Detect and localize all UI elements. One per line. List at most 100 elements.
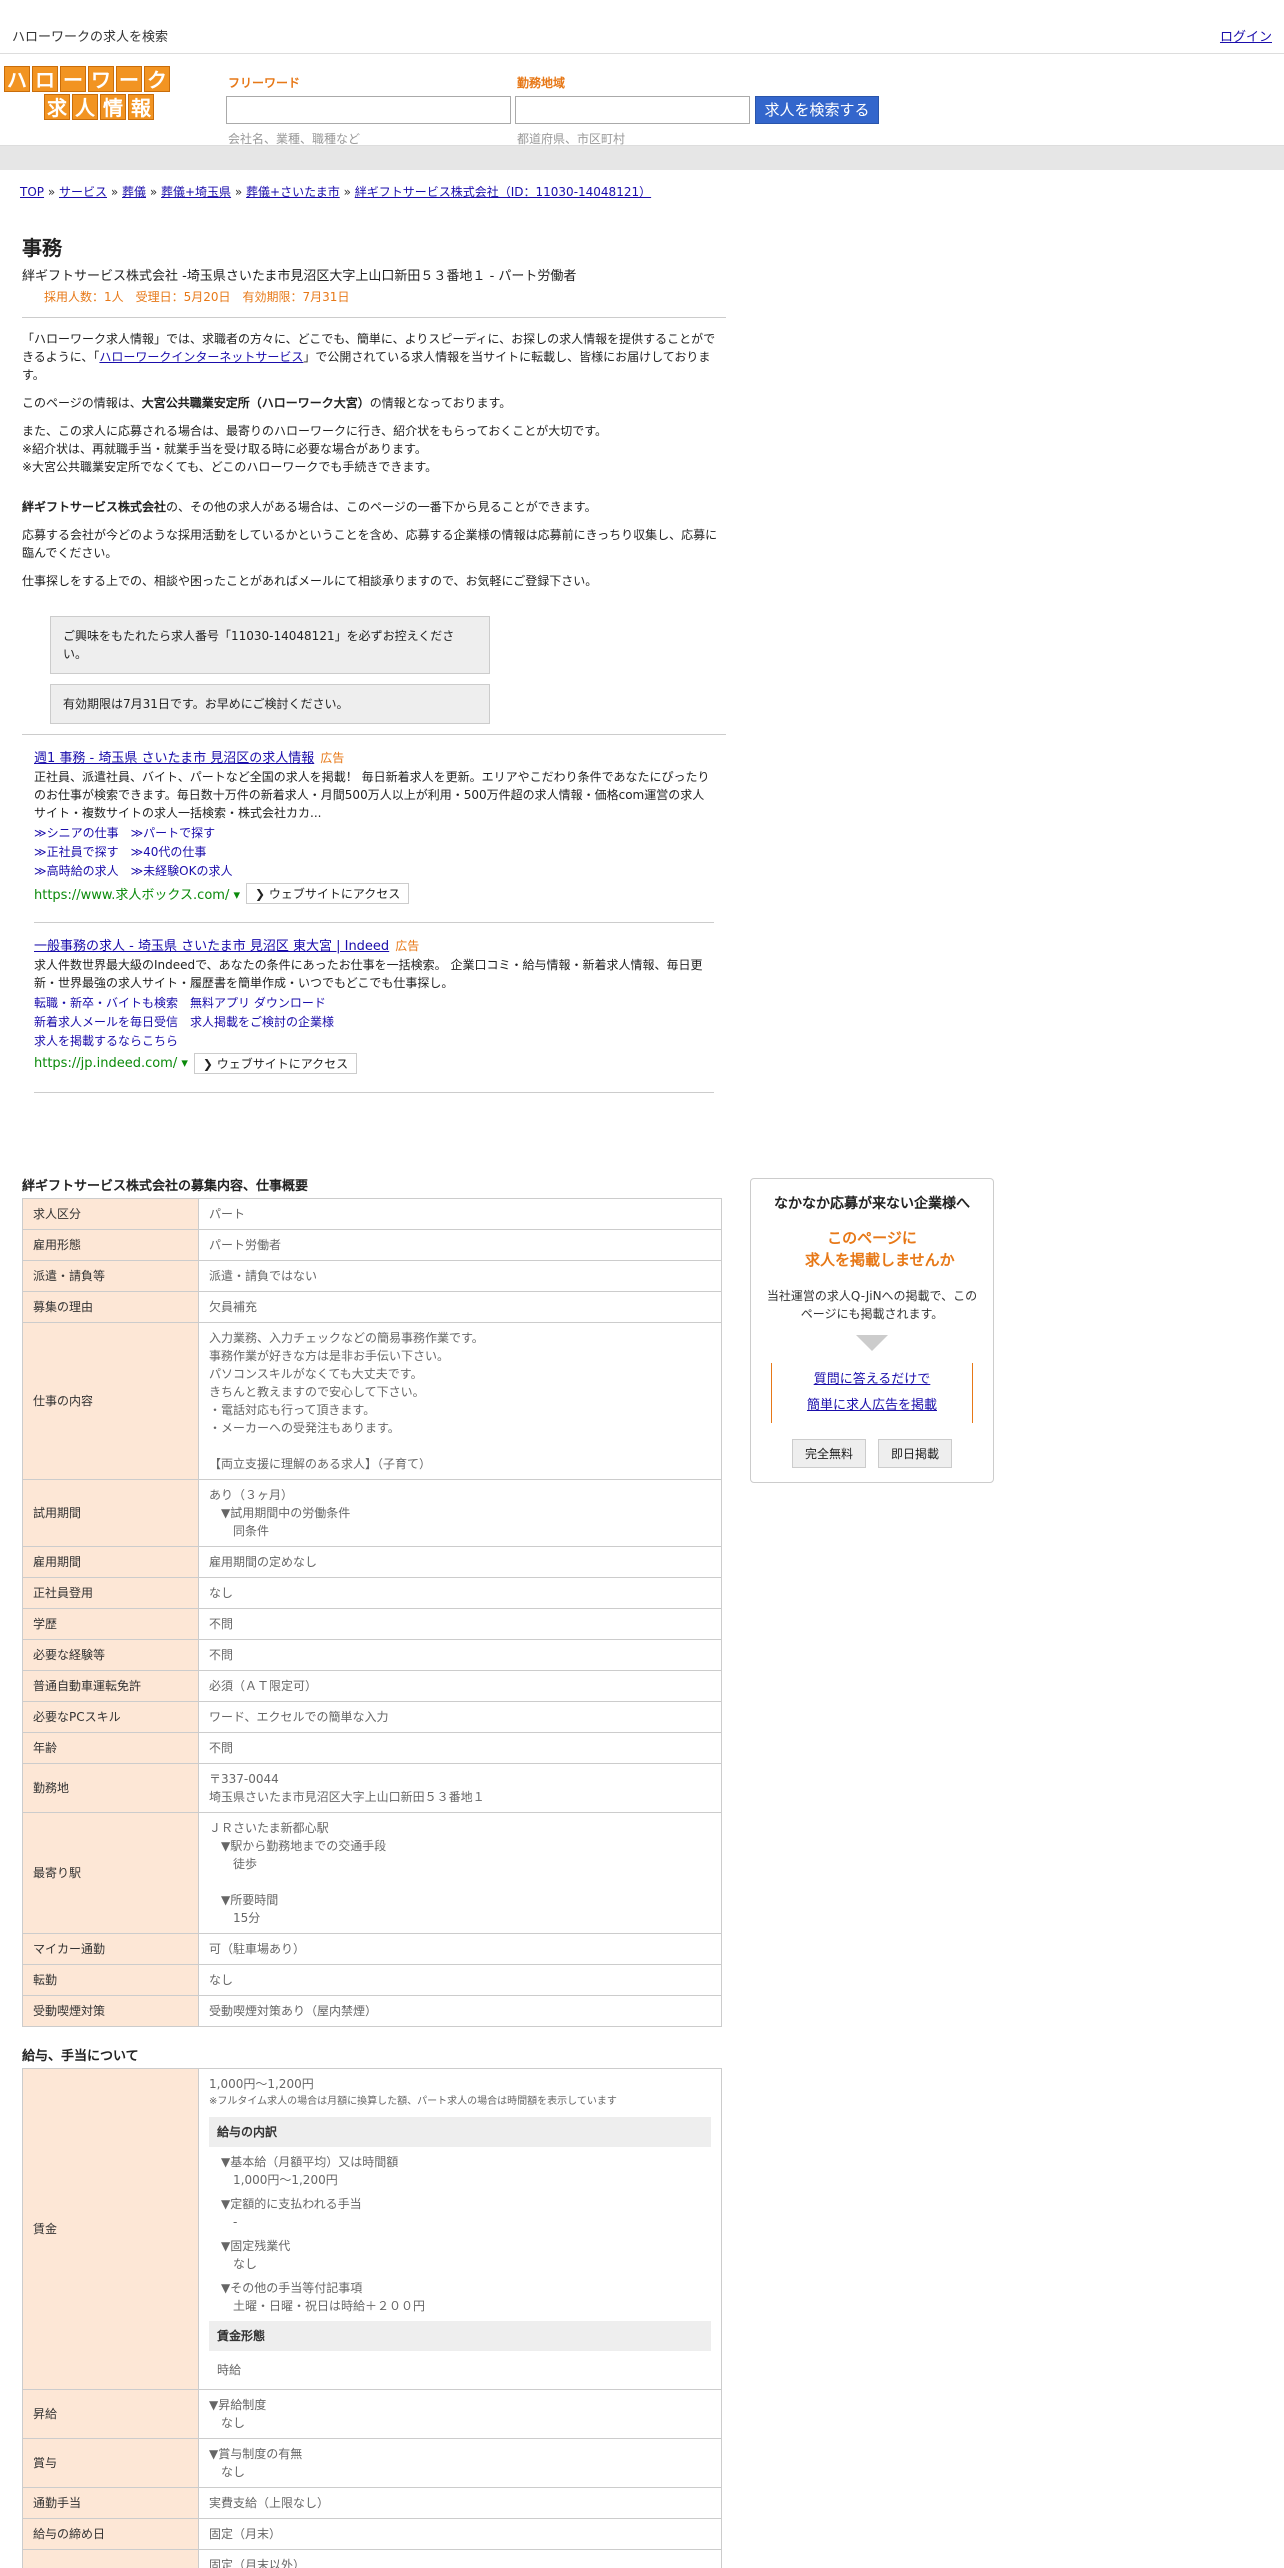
consult-paragraph: 仕事探しをする上での、相談や困ったことがあればメールにて相談承りますので、お気軽…	[22, 574, 598, 588]
ad-title-link[interactable]: 週1 事務 - 埼玉県 さいたま市 見沼区の求人情報	[34, 751, 314, 766]
row-key: 必要なPCスキル	[22, 1701, 199, 1733]
table-row: 必要な経験等 不問	[22, 1639, 722, 1671]
area-input[interactable]	[515, 96, 750, 124]
panel-heading: なかなか応募が来ない企業様へ	[774, 1196, 970, 1212]
breadcrumb-link[interactable]: サービス	[59, 185, 107, 199]
table-row: 学歴 不問	[22, 1608, 722, 1640]
row-key: 賃金	[22, 2068, 199, 2390]
row-key: 試用期間	[22, 1479, 199, 1547]
table-row: 昇給 ▼昇給制度 なし	[22, 2389, 722, 2439]
ad-tag: 広告	[320, 751, 345, 765]
logo-char: 人	[72, 94, 98, 120]
ad-description: 正社員、派遣社員、バイト、パートなど全国の求人を掲載！ 毎日新着求人を更新。エリ…	[34, 770, 710, 820]
ad-url[interactable]: https://jp.indeed.com/ ▾	[34, 1056, 188, 1071]
row-key: 雇用形態	[22, 1229, 199, 1261]
breakdown-item: ▼基本給（月額平均）又は時間額 1,000円〜1,200円	[221, 2155, 399, 2187]
salary-table: 賃金 1,000円〜1,200円 ※フルタイム求人の場合は月額に換算した額、パー…	[22, 2068, 722, 2568]
visit-website-button[interactable]: ❯ ウェブサイトにアクセス	[245, 883, 410, 904]
form-head: 賃金形態	[209, 2321, 711, 2351]
logo-char: ワ	[88, 66, 114, 92]
breadcrumb-link[interactable]: TOP	[20, 185, 44, 199]
form-value: 時給	[217, 2363, 242, 2377]
panel-links: 質問に答えるだけで 簡単に求人広告を掲載	[771, 1363, 973, 1423]
row-value: あり（３ヶ月） ▼試用期間中の労働条件 同条件	[198, 1479, 722, 1547]
breakdown-item: ▼固定残業代 なし	[221, 2239, 291, 2271]
ad-sitelink[interactable]: ≫正社員で探す ≫40代の仕事	[34, 845, 206, 859]
ad-item: 一般事務の求人 - 埼玉県 さいたま市 見沼区 東大宮 | Indeed 広告求人…	[22, 923, 726, 1093]
logo-char: 情	[100, 94, 126, 120]
row-key: 昇給	[22, 2389, 199, 2439]
visit-website-button[interactable]: ❯ ウェブサイトにアクセス	[193, 1053, 358, 1074]
logo-char: ロ	[32, 66, 58, 92]
wage-main: 1,000円〜1,200円	[209, 2077, 314, 2091]
row-key: 正社員登用	[22, 1577, 199, 1609]
area-hint: 都道府県、市区町村	[517, 132, 626, 146]
site-title: ハローワークの求人を検索	[12, 30, 169, 45]
row-key: 通勤手当	[22, 2487, 199, 2519]
row-key	[22, 2549, 199, 2568]
table-row: 必要なPCスキル ワード、エクセルでの簡単な入力	[22, 1701, 722, 1733]
breadcrumb-sep: »	[107, 185, 122, 199]
hellowork-internet-link[interactable]: ハローワークインターネットサービス	[99, 350, 303, 364]
row-key: 賞与	[22, 2438, 199, 2488]
breadcrumb-link[interactable]: 葬儀+埼玉県	[161, 185, 231, 199]
row-value: 不問	[198, 1639, 722, 1671]
row-value: 固定（月末）	[198, 2518, 722, 2550]
ad-sitelinks: ≫シニアの仕事 ≫パートで探す ≫正社員で探す ≫40代の仕事 ≫高時給の求人 ≫未…	[34, 824, 714, 881]
row-key: 派遣・請負等	[22, 1260, 199, 1292]
breadcrumb-sep: »	[231, 185, 247, 199]
free-button[interactable]: 完全無料	[791, 1439, 866, 1468]
post-ad-link[interactable]: 簡単に求人広告を掲載	[807, 1398, 937, 1413]
row-value: 必須（ＡＴ限定可）	[198, 1670, 722, 1702]
wage-cell: 1,000円〜1,200円 ※フルタイム求人の場合は月額に換算した額、パート求人…	[198, 2068, 722, 2390]
ad-url[interactable]: https://www.求人ボックス.com/ ▾	[34, 884, 240, 903]
panel-desc: 当社運営の求人Q-JiNへの掲載で、このページにも掲載されます。	[766, 1289, 978, 1321]
row-value: 入力業務、入力チェックなどの簡易事務作業です。 事務作業が好きな方は是非お手伝い下…	[198, 1322, 722, 1480]
hellowork-logo[interactable]: ハローワーク 求人情報	[4, 66, 180, 122]
ad-sitelink[interactable]: ≫高時給の求人 ≫未経験OKの求人	[34, 864, 232, 878]
table-row: 賃金 1,000円〜1,200円 ※フルタイム求人の場合は月額に換算した額、パー…	[22, 2068, 722, 2390]
row-key: 最寄り駅	[22, 1812, 199, 1934]
row-value: 受動喫煙対策あり（屋内禁煙）	[198, 1995, 722, 2027]
ad-title-link[interactable]: 一般事務の求人 - 埼玉県 さいたま市 見沼区 東大宮 | Indeed	[34, 939, 389, 954]
table-row: 固定（月末以外）	[22, 2549, 722, 2568]
breadcrumb-link[interactable]: 絆ギフトサービス株式会社（ID：11030-14048121）	[355, 185, 651, 199]
table-row: 勤務地 〒337-0044 埼玉県さいたま市見沼区大字上山口新田５３番地１	[22, 1763, 722, 1813]
research-paragraph: 応募する会社が今どのような採用活動をしているかということを含め、応募する企業様の…	[22, 528, 718, 560]
ad-sitelink[interactable]: ≫シニアの仕事 ≫パートで探す	[34, 826, 215, 840]
job-meta: 採用人数：1人 受理日：5月20日 有効期限：7月31日	[44, 290, 350, 304]
row-value: ＪＲさいたま新都心駅 ▼駅から勤務地までの交通手段 徒歩 ▼所要時間 15分	[198, 1812, 722, 1934]
ad-sitelink[interactable]: 転職・新卒・バイトも検索 無料アプリ ダウンロード	[34, 996, 326, 1010]
row-key: 雇用期間	[22, 1546, 199, 1578]
same-day-button[interactable]: 即日掲載	[878, 1439, 953, 1468]
breadcrumb-link[interactable]: 葬儀+さいたま市	[246, 185, 340, 199]
table-row: 募集の理由 欠員補充	[22, 1291, 722, 1323]
table-row: 試用期間 あり（３ヶ月） ▼試用期間中の労働条件 同条件	[22, 1479, 722, 1547]
ad-tag: 広告	[395, 939, 420, 953]
down-arrow-icon	[856, 1335, 888, 1351]
ad-title-row: 週1 事務 - 埼玉県 さいたま市 見沼区の求人情報 広告	[34, 747, 714, 766]
breadcrumb-sep: »	[339, 185, 355, 199]
search-button[interactable]: 求人を検索する	[755, 96, 879, 124]
table-row: 年齢 不問	[22, 1732, 722, 1764]
login-link[interactable]: ログイン	[1220, 26, 1272, 45]
ad-description: 求人件数世界最大級のIndeedで、あなたの条件にあったお仕事を一括検索。 企業…	[34, 958, 703, 990]
free-word-input[interactable]	[226, 96, 511, 124]
row-value: ▼賞与制度の有無 なし	[198, 2438, 722, 2488]
advertise-panel: なかなか応募が来ない企業様へ このページに 求人を掲載しませんか 当社運営の求人…	[750, 1178, 994, 1483]
ads-block: 週1 事務 - 埼玉県 さいたま市 見沼区の求人情報 広告 正社員、派遣社員、バイト…	[22, 735, 726, 1093]
easy-post-link[interactable]: 質問に答えるだけで	[814, 1372, 931, 1387]
row-value: 実費支給（上限なし）	[198, 2487, 722, 2519]
ad-sitelinks: 転職・新卒・バイトも検索 無料アプリ ダウンロード 新着求人メールを毎日受信 求人…	[34, 994, 714, 1051]
breadcrumb-link[interactable]: 葬儀	[122, 185, 146, 199]
source-paragraph: このページの情報は、大宮公共職業安定所（ハローワーク大宮）の情報となっております…	[22, 396, 512, 410]
table-row: 通勤手当 実費支給（上限なし）	[22, 2487, 722, 2519]
other-jobs-paragraph: 絆ギフトサービス株式会社の、その他の求人がある場合は、このページの一番下から見る…	[22, 500, 597, 514]
ad-sitelink[interactable]: 新着求人メールを毎日受信 求人掲載をご検討の企業様	[34, 1015, 334, 1029]
table-row: 賞与 ▼賞与制度の有無 なし	[22, 2438, 722, 2488]
row-value: なし	[198, 1577, 722, 1609]
row-value: なし	[198, 1964, 722, 1996]
ad-sitelink[interactable]: 求人を掲載するならこちら	[34, 1034, 178, 1048]
free-word-hint: 会社名、業種、職種など	[228, 132, 361, 146]
table-row: 雇用形態 パート労働者	[22, 1229, 722, 1261]
